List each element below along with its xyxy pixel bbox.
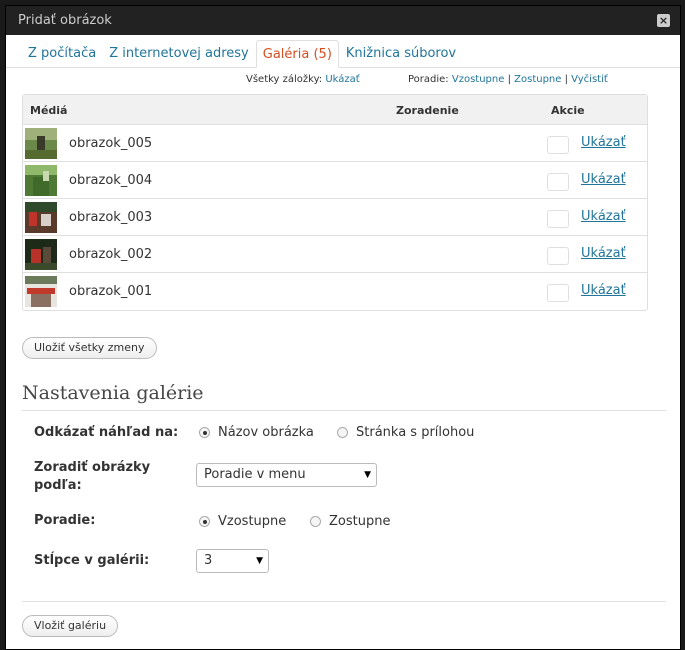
row-title: obrazok_002 xyxy=(69,247,153,262)
dialog-title: Pridať obrázok xyxy=(18,13,112,28)
chevron-down-icon: ▼ xyxy=(364,470,371,480)
show-link[interactable]: Ukázať xyxy=(581,283,626,298)
radio-selected-icon xyxy=(199,516,210,527)
media-table: Médiá Zoradenie Akcie obrazok_005 Ukázať… xyxy=(22,94,648,311)
tab-from-url[interactable]: Z internetovej adresy xyxy=(103,40,255,67)
descending-link[interactable]: Zostupne xyxy=(514,74,561,85)
order-input[interactable] xyxy=(547,210,569,228)
table-row: obrazok_003 Ukázať xyxy=(23,199,647,236)
save-all-button[interactable]: Uložiť všetky zmeny xyxy=(22,337,157,359)
ascending-link[interactable]: Vzostupne xyxy=(452,74,505,85)
link-to-attachment-radio[interactable]: Stránka s prílohou xyxy=(337,425,474,440)
gallery-settings-title: Nastavenia galérie xyxy=(22,382,666,411)
show-link[interactable]: Ukázať xyxy=(581,246,626,261)
radio-label: Stránka s prílohou xyxy=(356,425,475,440)
columns-select[interactable]: 3 ▼ xyxy=(196,549,269,573)
show-all-link[interactable]: Ukázať xyxy=(325,74,359,85)
header-order: Zoradenie xyxy=(396,104,459,117)
sort-by-label: Zoradiť obrázky podľa: xyxy=(34,459,150,495)
radio-selected-icon xyxy=(199,427,210,438)
columns-value: 3 xyxy=(204,553,213,568)
tab-from-computer[interactable]: Z počítača xyxy=(22,40,102,67)
image-thumbnail xyxy=(25,202,57,233)
show-link[interactable]: Ukázať xyxy=(581,172,626,187)
image-thumbnail xyxy=(25,276,57,307)
tab-media-library[interactable]: Knižnica súborov xyxy=(340,40,462,67)
sort-by-select[interactable]: Poradie v menu ▼ xyxy=(196,463,377,487)
close-icon[interactable]: × xyxy=(657,14,670,27)
sort-by-label-line2: podľa: xyxy=(34,478,82,493)
radio-label: Zostupne xyxy=(329,514,391,529)
sort-by-label-line1: Zoradiť obrázky xyxy=(34,460,151,475)
radio-icon xyxy=(337,427,348,438)
clear-link[interactable]: Vyčistiť xyxy=(571,74,608,85)
row-title: obrazok_001 xyxy=(69,284,153,299)
radio-label: Vzostupne xyxy=(218,514,287,529)
tab-bar: Z počítača Z internetovej adresy Galéria… xyxy=(6,35,680,68)
insert-gallery-button[interactable]: Vložiť galériu xyxy=(22,615,119,637)
row-title: obrazok_005 xyxy=(69,136,153,151)
order-desc-radio[interactable]: Zostupne xyxy=(310,514,390,529)
order-input[interactable] xyxy=(547,284,569,302)
table-row: obrazok_002 Ukázať xyxy=(23,236,647,273)
add-image-dialog: Pridať obrázok × Z počítača Z internetov… xyxy=(5,5,681,650)
table-row: obrazok_005 Ukázať xyxy=(23,125,647,162)
order-asc-radio[interactable]: Vzostupne xyxy=(199,514,286,529)
radio-icon xyxy=(310,516,321,527)
show-link[interactable]: Ukázať xyxy=(581,209,626,224)
separator: | xyxy=(564,74,568,85)
table-row: obrazok_004 Ukázať xyxy=(23,162,647,199)
header-media: Médiá xyxy=(30,104,68,117)
order-label: Poradie: xyxy=(34,513,96,528)
sort-by-value: Poradie v menu xyxy=(204,467,306,482)
separator: | xyxy=(507,74,511,85)
radio-label: Názov obrázka xyxy=(218,425,314,440)
order-input[interactable] xyxy=(547,136,569,154)
dialog-titlebar: Pridať obrázok × xyxy=(6,6,680,35)
image-thumbnail xyxy=(25,128,57,159)
header-actions: Akcie xyxy=(551,104,585,117)
divider xyxy=(22,601,666,602)
all-tabs-label: Všetky záložky: xyxy=(246,74,323,85)
columns-label: Stĺpce v galérii: xyxy=(34,553,150,568)
order-filter-label: Poradie: xyxy=(408,74,449,85)
row-title: obrazok_003 xyxy=(69,210,153,225)
link-to-label: Odkázať náhľad na: xyxy=(34,425,179,440)
filter-bar: Všetky záložky: Ukázať Poradie: Vzostupn… xyxy=(6,68,680,92)
table-row: obrazok_001 Ukázať xyxy=(23,273,647,310)
order-input[interactable] xyxy=(547,247,569,265)
row-title: obrazok_004 xyxy=(69,173,153,188)
chevron-down-icon: ▼ xyxy=(256,556,263,566)
show-link[interactable]: Ukázať xyxy=(581,135,626,150)
image-thumbnail xyxy=(25,165,57,196)
order-input[interactable] xyxy=(547,173,569,191)
link-to-file-radio[interactable]: Názov obrázka xyxy=(199,425,314,440)
tab-gallery[interactable]: Galéria (5) xyxy=(255,40,339,68)
image-thumbnail xyxy=(25,239,57,270)
media-table-header: Médiá Zoradenie Akcie xyxy=(23,95,647,125)
